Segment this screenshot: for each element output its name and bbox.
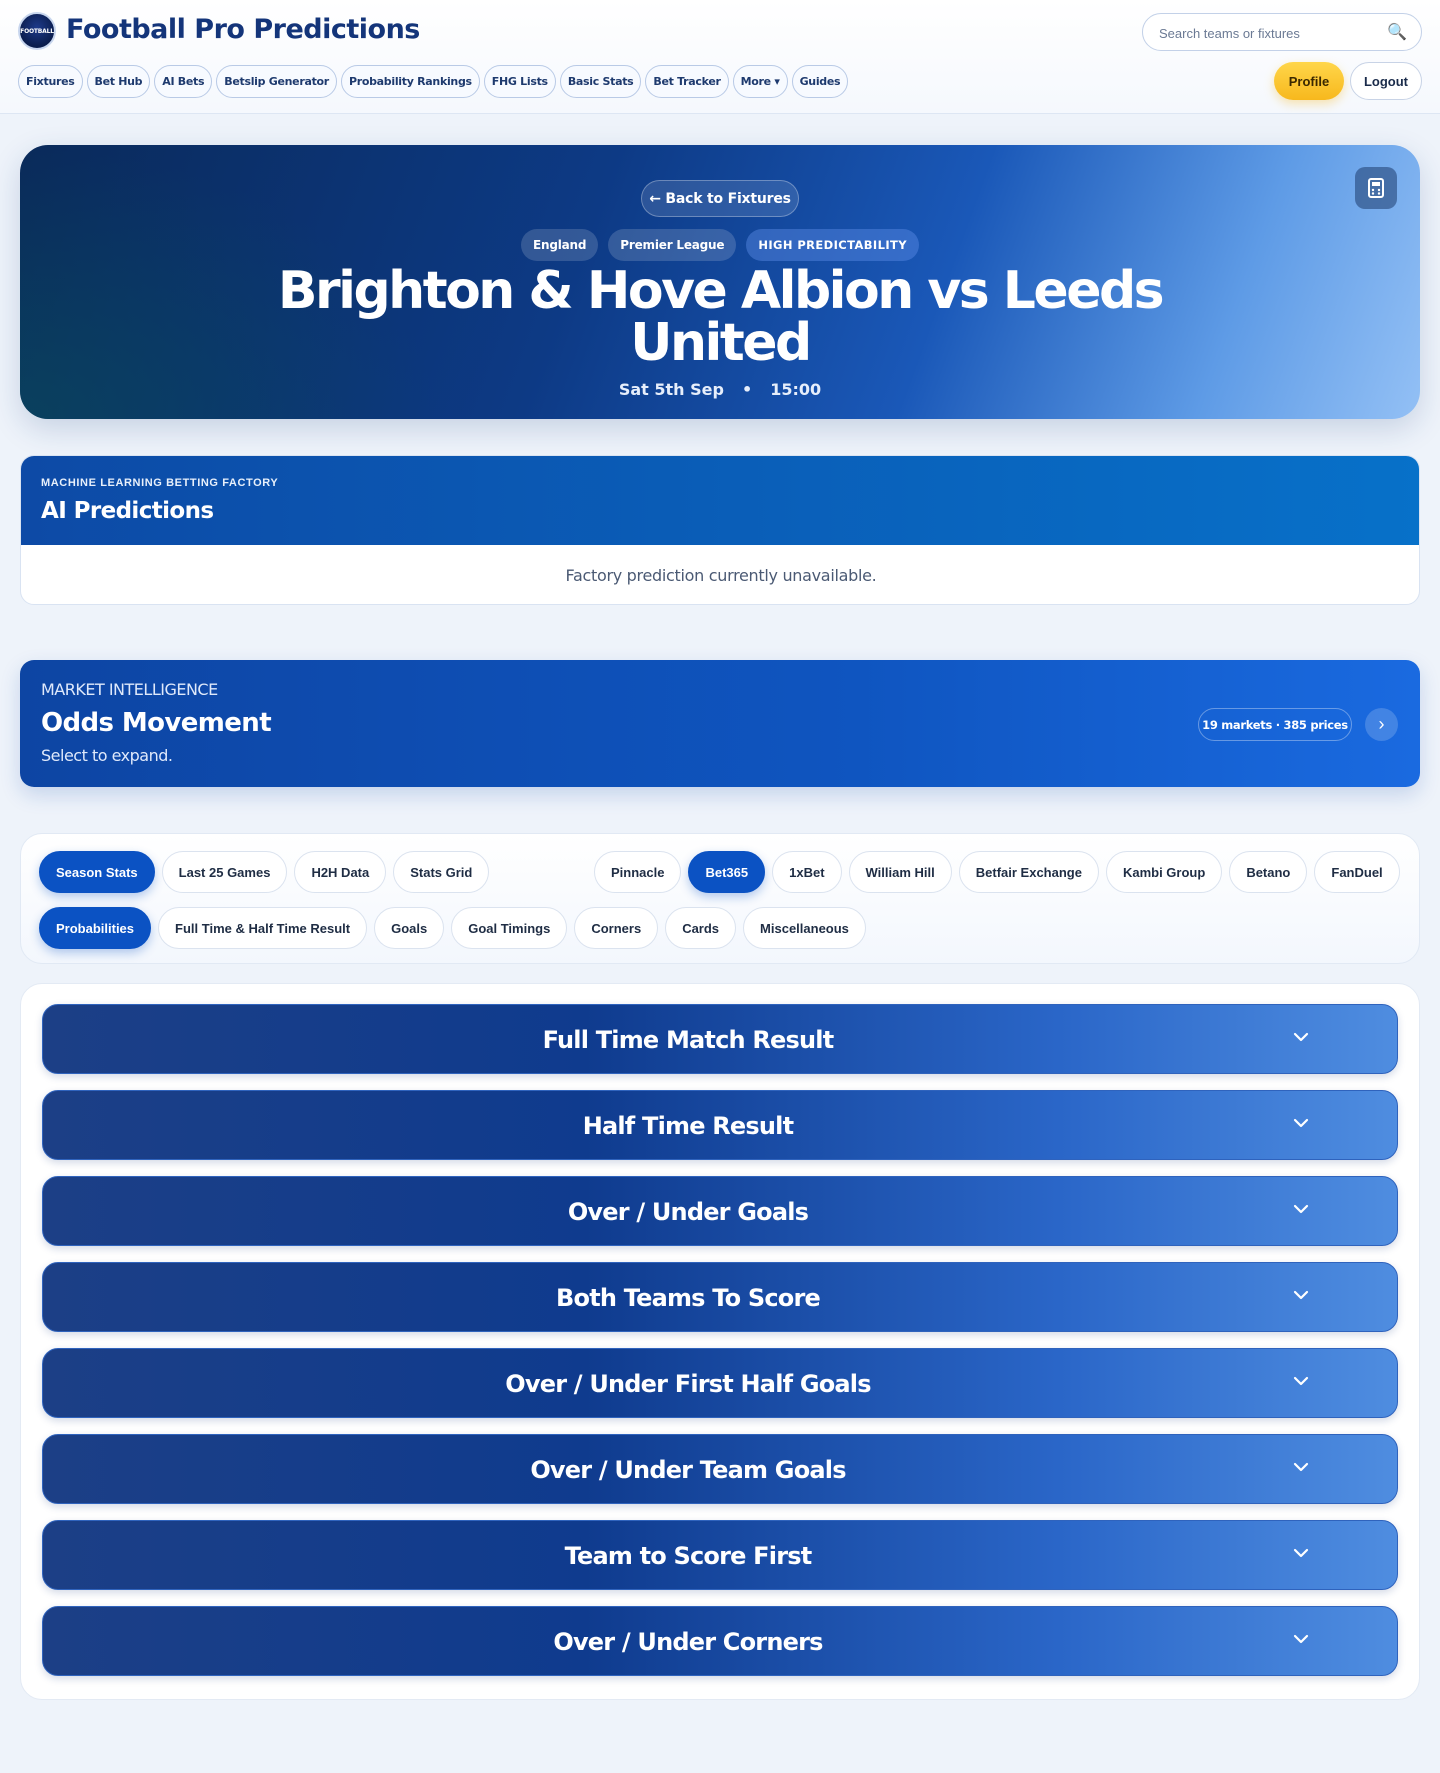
odds-title: Odds Movement — [41, 708, 272, 738]
market-tabs: Probabilities Full Time & Half Time Resu… — [39, 907, 866, 949]
chevron-down-icon — [1293, 1376, 1309, 1386]
accordion-title: Half Time Result — [582, 1112, 794, 1140]
logo-text: FOOTBALL — [20, 27, 54, 35]
accordion-over-under-goals[interactable]: Over / Under Goals — [42, 1176, 1398, 1246]
match-title-line2: United — [630, 313, 812, 373]
nav-fixtures[interactable]: Fixtures — [18, 65, 83, 98]
accordion-over-under-first-half-goals[interactable]: Over / Under First Half Goals — [42, 1348, 1398, 1418]
ai-kicker: MACHINE LEARNING BETTING FACTORY — [41, 477, 279, 489]
accordion-title: Both Teams To Score — [556, 1284, 821, 1312]
filter-panel: Season Stats Last 25 Games H2H Data Stat… — [20, 833, 1420, 964]
tab-stats-grid[interactable]: Stats Grid — [393, 851, 490, 893]
markets-accordion: Full Time Match Result Half Time Result … — [20, 983, 1420, 1700]
predictability-badge: HIGH PREDICTABILITY — [746, 229, 919, 261]
nav-fhg-lists[interactable]: FHG Lists — [483, 65, 556, 98]
bookmaker-betano[interactable]: Betano — [1229, 851, 1308, 893]
accordion-title: Team to Score First — [564, 1542, 813, 1570]
bookmaker-betfair-exchange[interactable]: Betfair Exchange — [958, 851, 1099, 893]
accordion-over-under-team-goals[interactable]: Over / Under Team Goals — [42, 1434, 1398, 1504]
tab-goal-timings[interactable]: Goal Timings — [451, 907, 568, 949]
bookmaker-kambi-group[interactable]: Kambi Group — [1105, 851, 1223, 893]
search-input[interactable] — [1159, 23, 1379, 43]
accordion-half-time-result[interactable]: Half Time Result — [42, 1090, 1398, 1160]
match-hero: ← Back to Fixtures England Premier Leagu… — [20, 145, 1420, 419]
tab-goals[interactable]: Goals — [374, 907, 445, 949]
bookmaker-fanduel[interactable]: FanDuel — [1314, 851, 1400, 893]
chevron-right-icon[interactable]: › — [1365, 708, 1398, 741]
ai-predictions-header: MACHINE LEARNING BETTING FACTORY AI Pred… — [21, 456, 1419, 545]
tab-h2h-data[interactable]: H2H Data — [294, 851, 387, 893]
chevron-down-icon — [1293, 1548, 1309, 1558]
calculator-button[interactable] — [1355, 167, 1397, 209]
site-title[interactable]: Football Pro Predictions — [66, 14, 420, 45]
bookmaker-william-hill[interactable]: William Hill — [848, 851, 952, 893]
back-to-fixtures-button[interactable]: ← Back to Fixtures — [641, 180, 799, 217]
match-date: Sat 5th Sep — [618, 380, 724, 399]
odds-kicker: MARKET INTELLIGENCE — [41, 680, 218, 699]
nav-bet-tracker[interactable]: Bet Tracker — [645, 65, 729, 98]
odds-movement-panel[interactable]: MARKET INTELLIGENCE Odds Movement Select… — [20, 660, 1420, 787]
tab-last-25-games[interactable]: Last 25 Games — [161, 851, 288, 893]
search-icon[interactable]: 🔍 — [1387, 22, 1407, 42]
profile-button[interactable]: Profile — [1274, 62, 1344, 100]
chevron-down-icon — [1293, 1118, 1309, 1128]
ai-status-message: Factory prediction currently unavailable… — [565, 566, 877, 585]
main-nav: Fixtures Bet Hub AI Bets Betslip Generat… — [18, 65, 849, 98]
nav-more-dropdown[interactable]: More ▾ — [732, 65, 788, 98]
chevron-down-icon — [1293, 1462, 1309, 1472]
match-time: 15:00 — [770, 380, 822, 399]
logout-button[interactable]: Logout — [1350, 62, 1422, 100]
meta-separator: • — [741, 380, 753, 399]
accordion-full-time-match-result[interactable]: Full Time Match Result — [42, 1004, 1398, 1074]
ai-title: AI Predictions — [41, 498, 214, 524]
tab-ft-ht-result[interactable]: Full Time & Half Time Result — [158, 907, 368, 949]
tab-probabilities[interactable]: Probabilities — [39, 907, 152, 949]
accordion-title: Over / Under First Half Goals — [505, 1370, 871, 1398]
bookmaker-pinnacle[interactable]: Pinnacle — [594, 851, 682, 893]
calculator-icon — [1368, 178, 1384, 198]
chevron-down-icon — [1293, 1290, 1309, 1300]
nav-probability-rankings[interactable]: Probability Rankings — [340, 65, 480, 98]
accordion-title: Full Time Match Result — [542, 1026, 835, 1054]
nav-basic-stats[interactable]: Basic Stats — [559, 65, 642, 98]
markets-count-badge: 19 markets · 385 prices — [1198, 708, 1352, 741]
match-datetime: Sat 5th Sep • 15:00 — [20, 380, 1420, 399]
nav-betslip-generator[interactable]: Betslip Generator — [216, 65, 337, 98]
tab-corners[interactable]: Corners — [574, 907, 659, 949]
bookmaker-bet365[interactable]: Bet365 — [688, 851, 766, 893]
match-title-line1: Brighton & Hove Albion vs Leeds — [277, 261, 1165, 321]
nav-bet-hub[interactable]: Bet Hub — [86, 65, 151, 98]
nav-ai-bets[interactable]: AI Bets — [154, 65, 213, 98]
accordion-over-under-corners[interactable]: Over / Under Corners — [42, 1606, 1398, 1676]
match-title: Brighton & Hove Albion vs Leeds United — [20, 265, 1420, 369]
tab-cards[interactable]: Cards — [665, 907, 737, 949]
search-box[interactable]: 🔍 — [1142, 13, 1422, 51]
bookmaker-1xbet[interactable]: 1xBet — [772, 851, 842, 893]
chevron-down-icon — [1293, 1634, 1309, 1644]
chevron-down-icon — [1293, 1032, 1309, 1042]
view-tabs: Season Stats Last 25 Games H2H Data Stat… — [39, 851, 490, 893]
accordion-both-teams-to-score[interactable]: Both Teams To Score — [42, 1262, 1398, 1332]
tab-miscellaneous[interactable]: Miscellaneous — [743, 907, 866, 949]
site-logo[interactable]: FOOTBALL — [18, 12, 56, 50]
ai-predictions-card: MACHINE LEARNING BETTING FACTORY AI Pred… — [20, 455, 1420, 605]
accordion-title: Over / Under Corners — [553, 1628, 823, 1656]
tab-season-stats[interactable]: Season Stats — [39, 851, 155, 893]
nav-guides[interactable]: Guides — [791, 65, 849, 98]
odds-subtitle: Select to expand. — [41, 746, 173, 765]
country-badge: England — [521, 229, 599, 261]
bookmaker-tabs: Pinnacle Bet365 1xBet William Hill Betfa… — [594, 851, 1400, 893]
league-badge: Premier League — [608, 229, 737, 261]
accordion-team-to-score-first[interactable]: Team to Score First — [42, 1520, 1398, 1590]
site-header: FOOTBALL Football Pro Predictions 🔍 Fixt… — [0, 0, 1440, 114]
accordion-title: Over / Under Goals — [567, 1198, 809, 1226]
accordion-title: Over / Under Team Goals — [530, 1456, 846, 1484]
chevron-down-icon — [1293, 1204, 1309, 1214]
match-badges: England Premier League HIGH PREDICTABILI… — [20, 229, 1420, 261]
